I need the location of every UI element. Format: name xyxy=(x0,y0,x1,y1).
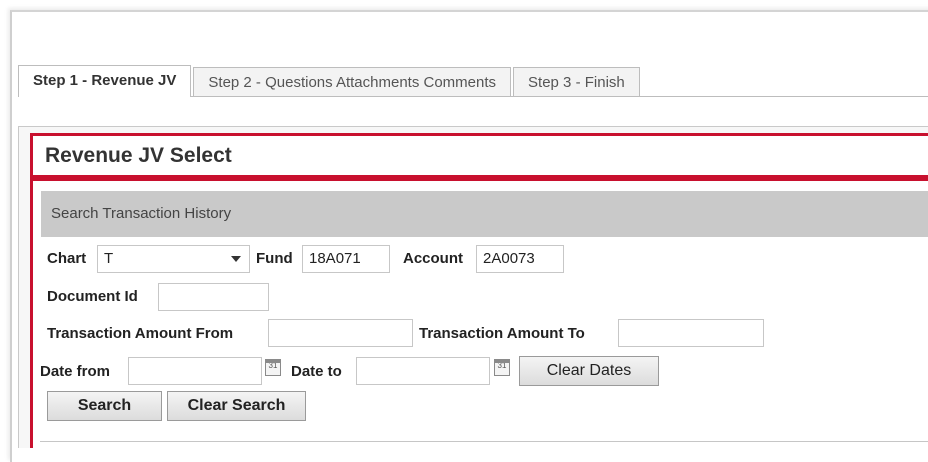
title-underline xyxy=(33,175,928,181)
section-header: Search Transaction History xyxy=(41,191,928,237)
fund-input[interactable]: 18A071 xyxy=(302,245,390,273)
page-title: Revenue JV Select xyxy=(45,144,232,167)
date-from-input[interactable] xyxy=(128,357,262,385)
chart-selected-value: T xyxy=(104,250,114,267)
calendar-icon[interactable]: 31 xyxy=(494,359,510,376)
amount-to-label: Transaction Amount To xyxy=(419,325,585,342)
clear-dates-button[interactable]: Clear Dates xyxy=(519,356,659,386)
amount-from-input[interactable] xyxy=(268,319,413,347)
fund-label: Fund xyxy=(256,250,293,267)
chevron-down-icon xyxy=(231,256,241,262)
date-from-label: Date from xyxy=(40,363,111,380)
date-to-input[interactable] xyxy=(356,357,490,385)
tab-step-2[interactable]: Step 2 - Questions Attachments Comments xyxy=(193,67,512,97)
account-input[interactable]: 2A0073 xyxy=(476,245,564,273)
amount-from-label: Transaction Amount From xyxy=(47,325,234,342)
clear-search-button[interactable]: Clear Search xyxy=(167,391,306,421)
document-id-label: Document Id xyxy=(47,288,138,305)
date-to-label: Date to xyxy=(291,363,342,380)
tab-step-1[interactable]: Step 1 - Revenue JV xyxy=(18,65,192,97)
step-tabs: Step 1 - Revenue JV Step 2 - Questions A… xyxy=(18,65,642,97)
search-button[interactable]: Search xyxy=(47,391,162,421)
document-id-input[interactable] xyxy=(158,283,269,311)
tab-step-3[interactable]: Step 3 - Finish xyxy=(513,67,640,97)
account-label: Account xyxy=(403,250,463,267)
results-table-top xyxy=(40,441,928,450)
chart-select[interactable]: T xyxy=(97,245,250,273)
amount-to-input[interactable] xyxy=(618,319,764,347)
calendar-icon[interactable]: 31 xyxy=(265,359,281,376)
chart-label: Chart xyxy=(47,250,87,267)
